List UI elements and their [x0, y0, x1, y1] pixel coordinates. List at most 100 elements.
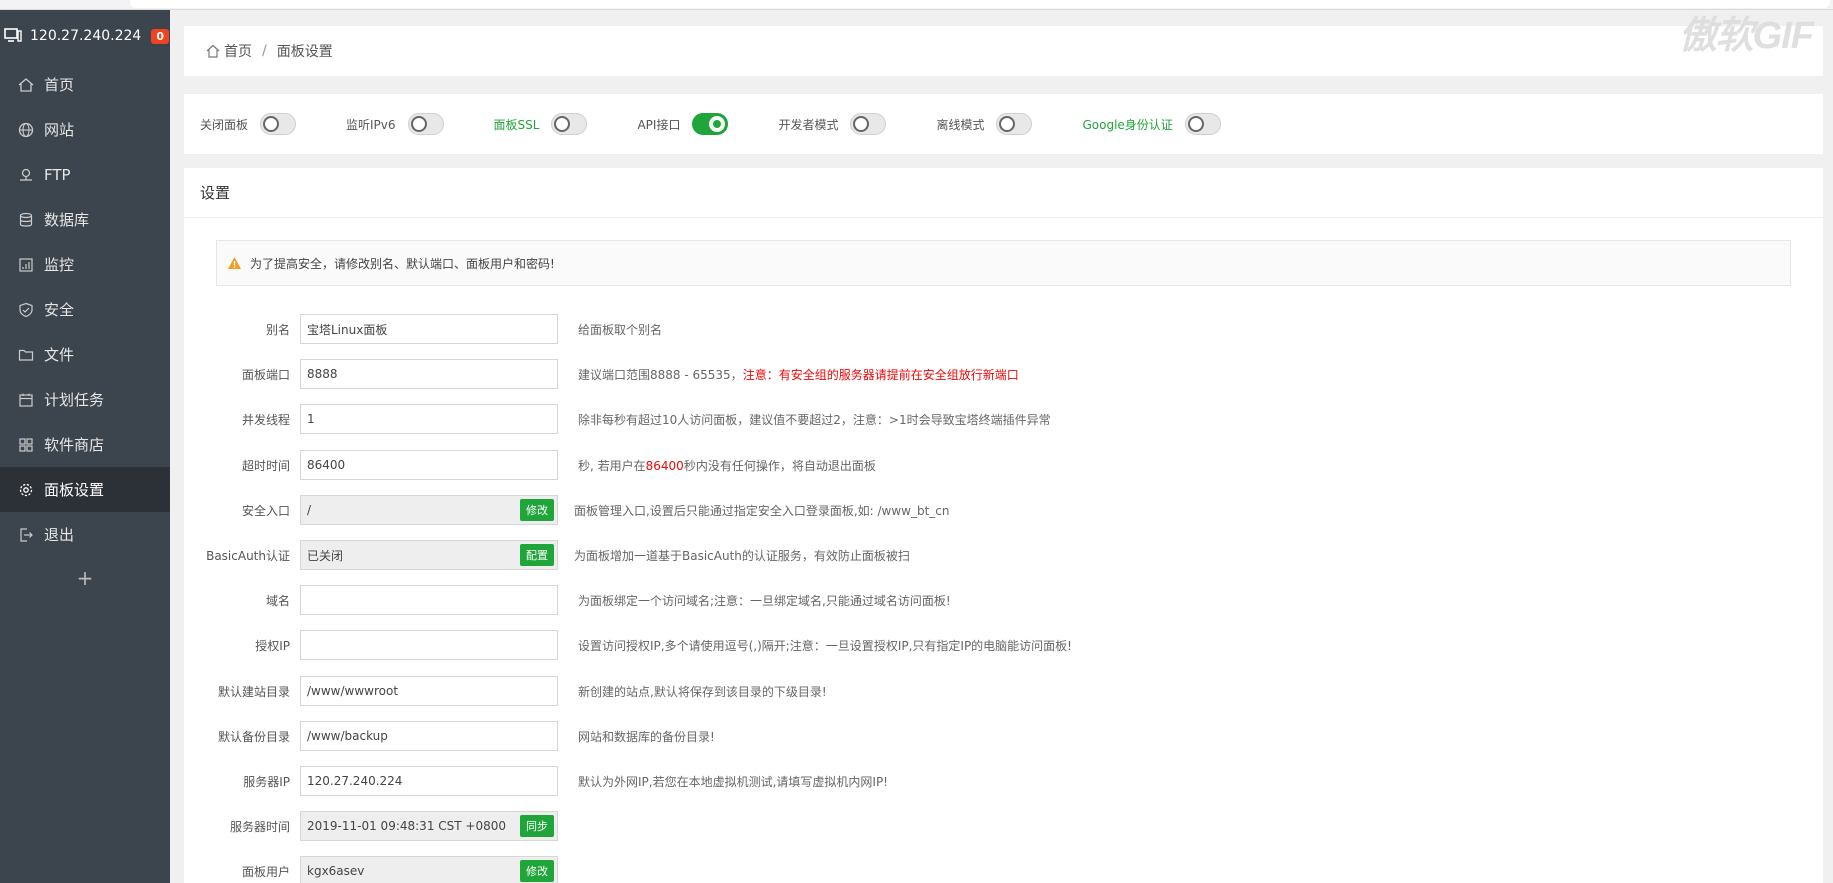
apps-icon	[18, 437, 34, 453]
sidebar-item-label: 文件	[44, 346, 75, 364]
setting-row: 面板用户 kgx6asev 修改	[184, 856, 1823, 883]
hint-text: 秒内没有任何操作，将自动退出面板	[683, 458, 876, 473]
setting-row: 面板端口 8888 建议端口范围8888 - 65535，注意：有安全组的服务器请提…	[184, 359, 1823, 389]
toggle-knob	[410, 116, 427, 132]
sidebar-item-3[interactable]: 数据库	[0, 197, 170, 242]
toggle-switch[interactable]	[1184, 113, 1221, 135]
add-menu-button[interactable]: +	[0, 557, 170, 599]
setting-label: 面板端口	[241, 367, 290, 382]
toggle-label: 开发者模式	[778, 117, 839, 132]
setting-row: BasicAuth认证 已关闭 配置 为面板增加一道基于BasicAuth的认证服务，…	[184, 540, 1823, 570]
hint-text: 设置访问授权IP,多个请使用逗号(,)隔开;注意：一旦设置授权IP,只有指定IP…	[578, 638, 1072, 653]
hint-warning-text: 86400	[645, 458, 684, 473]
toggle-group-3: API接口	[637, 113, 729, 135]
setting-input[interactable]: 宝塔Linux面板	[300, 314, 558, 344]
setting-value: 86400	[307, 458, 346, 472]
hint-text: 为面板绑定一个访问域名;注意：一旦绑定域名,只能通过域名访问面板!	[578, 593, 951, 608]
sidebar-item-label: 计划任务	[44, 391, 105, 409]
sidebar-item-label: 退出	[44, 526, 75, 544]
toggle-bar: 关闭面板 监听IPv6 面板SSL API接口 开发者模式 离线模式 Google身份认证	[184, 94, 1823, 154]
setting-value: /www/backup	[307, 729, 388, 743]
toggle-switch[interactable]	[692, 113, 729, 135]
setting-row: 别名 宝塔Linux面板 给面板取个别名	[184, 314, 1823, 344]
sidebar-item-8[interactable]: 软件商店	[0, 422, 170, 467]
setting-hint: 除非每秒有超过10人访问面板，建议值不要超过2，注意：>1时会导致宝塔终端插件异…	[578, 411, 1051, 428]
setting-hint: 为面板增加一道基于BasicAuth的认证服务，有效防止面板被扫	[574, 547, 910, 564]
sidebar-item-1[interactable]: 网站	[0, 107, 170, 152]
setting-action-button[interactable]: 修改	[520, 860, 554, 882]
hint-text: 秒, 若用户在	[578, 458, 646, 473]
ftp-icon	[18, 167, 34, 183]
setting-action-button[interactable]: 配置	[520, 544, 554, 566]
setting-value: kgx6asev	[307, 864, 365, 878]
setting-hint: 默认为外网IP,若您在本地虚拟机测试,请填写虚拟机内网IP!	[578, 773, 888, 790]
setting-action-button[interactable]: 同步	[520, 815, 554, 837]
sidebar: 120.27.240.224 0 首页网站 FTP 数据库监控安全文件计划任务软件商…	[0, 10, 170, 883]
setting-input[interactable]: /www/wwwroot	[300, 676, 558, 706]
setting-input[interactable]: /www/backup	[300, 721, 558, 751]
setting-label: 服务器IP	[243, 774, 290, 789]
setting-input[interactable]: 86400	[300, 450, 558, 480]
logout-icon	[18, 527, 34, 543]
sidebar-item-10[interactable]: 退出	[0, 512, 170, 557]
toggle-knob	[853, 116, 870, 132]
sidebar-item-label: 安全	[44, 301, 75, 319]
notification-badge[interactable]: 0	[151, 28, 169, 44]
setting-row: 服务器IP 120.27.240.224 默认为外网IP,若您在本地虚拟机测试,请填…	[184, 766, 1823, 796]
sidebar-header: 120.27.240.224 0	[0, 10, 170, 62]
setting-label: BasicAuth认证	[206, 548, 290, 563]
hint-text: 给面板取个别名	[578, 322, 663, 337]
sidebar-item-label: 网站	[44, 121, 75, 139]
globe-icon	[18, 122, 34, 138]
warning-icon	[228, 257, 241, 269]
toggle-knob	[999, 116, 1016, 132]
setting-row: 域名 为面板绑定一个访问域名;注意：一旦绑定域名,只能通过域名访问面板!	[184, 585, 1823, 615]
home-icon	[206, 44, 220, 58]
setting-label: 别名	[265, 322, 290, 337]
sidebar-item-6[interactable]: 文件	[0, 332, 170, 377]
breadcrumb-home[interactable]: 首页	[224, 41, 252, 61]
toggle-switch[interactable]	[407, 113, 444, 135]
watermark-logo: 傲软GIF	[1678, 15, 1814, 57]
setting-hint: 秒, 若用户在86400秒内没有任何操作，将自动退出面板	[578, 457, 876, 474]
setting-row: 服务器时间 2019-11-01 09:48:31 CST +0800 同步	[184, 811, 1823, 841]
sidebar-item-2[interactable]: FTP	[0, 152, 170, 197]
sidebar-item-label: 监控	[44, 256, 75, 274]
breadcrumb-separator: /	[262, 43, 267, 59]
sidebar-item-9[interactable]: 面板设置	[0, 467, 170, 512]
toggle-switch[interactable]	[996, 113, 1033, 135]
setting-action-button[interactable]: 修改	[520, 499, 554, 521]
hint-text: 新创建的站点,默认将保存到该目录的下级目录!	[578, 684, 827, 699]
setting-input[interactable]: 8888	[300, 359, 558, 389]
setting-label: 超时时间	[241, 458, 290, 473]
setting-label: 默认建站目录	[217, 684, 290, 699]
setting-input: / 修改	[300, 495, 558, 525]
toggle-knob	[1187, 116, 1204, 132]
setting-label: 默认备份目录	[217, 729, 290, 744]
toggle-switch[interactable]	[850, 113, 887, 135]
sidebar-item-label: 数据库	[44, 211, 90, 229]
setting-input[interactable]: 120.27.240.224	[300, 766, 558, 796]
setting-value: 120.27.240.224	[307, 774, 403, 788]
toggle-group-2: 面板SSL	[494, 113, 588, 135]
setting-input[interactable]: 1	[300, 404, 558, 434]
setting-input[interactable]	[300, 585, 558, 615]
setting-input: 2019-11-01 09:48:31 CST +0800 同步	[300, 811, 558, 841]
sidebar-item-5[interactable]: 安全	[0, 287, 170, 332]
sidebar-item-4[interactable]: 监控	[0, 242, 170, 287]
sidebar-item-label: 首页	[44, 76, 75, 94]
sidebar-item-7[interactable]: 计划任务	[0, 377, 170, 422]
toggle-switch[interactable]	[551, 113, 588, 135]
sidebar-item-0[interactable]: 首页	[0, 62, 170, 107]
address-bar-edge	[130, 0, 1830, 8]
toggle-group-1: 监听IPv6	[346, 113, 444, 135]
gear-icon	[18, 482, 34, 498]
toggle-label: Google身份认证	[1082, 117, 1173, 132]
hint-text: 网站和数据库的备份目录!	[578, 729, 715, 744]
calendar-icon	[18, 392, 34, 408]
security-alert: 为了提高安全，请修改别名、默认端口、面板用户和密码!	[216, 240, 1791, 286]
hint-text: 除非每秒有超过10人访问面板，建议值不要超过2，注意：>1时会导致宝塔终端插件异…	[578, 412, 1051, 427]
setting-row: 默认备份目录/www/backup 网站和数据库的备份目录!	[184, 721, 1823, 751]
setting-input[interactable]	[300, 630, 558, 660]
toggle-switch[interactable]	[260, 113, 297, 135]
